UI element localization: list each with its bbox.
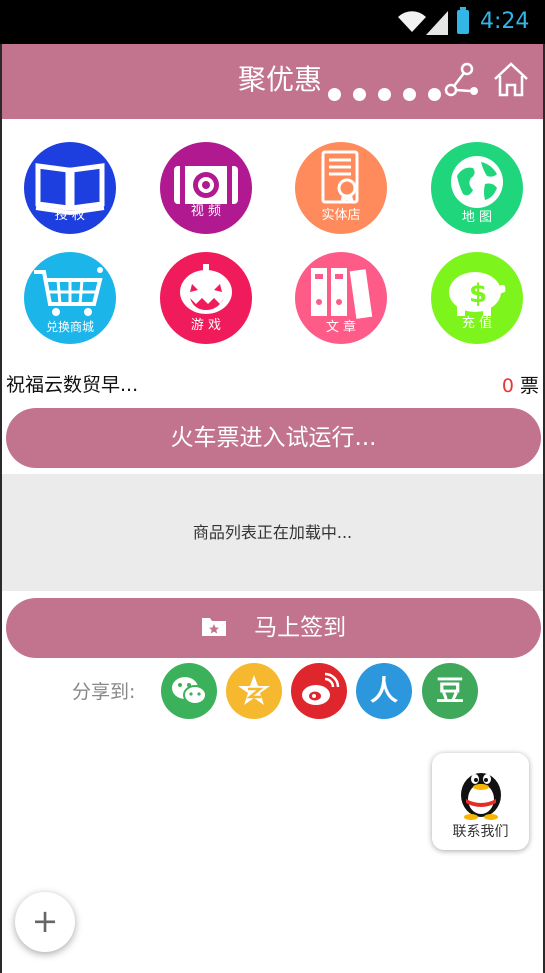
wechat-icon bbox=[172, 677, 207, 705]
douban-icon: 豆 bbox=[435, 674, 464, 707]
status-clock: 4:24 bbox=[480, 9, 530, 34]
home-icon[interactable] bbox=[492, 60, 530, 98]
grid-item-label: 兑换商城 bbox=[45, 320, 94, 334]
ticket-count: 0票 bbox=[502, 373, 539, 399]
camera-icon bbox=[174, 166, 238, 204]
grid-item-video[interactable]: 视 频 bbox=[160, 142, 252, 234]
grid-item-store[interactable]: 实体店 bbox=[295, 142, 387, 234]
sign-in-label: 马上签到 bbox=[254, 615, 347, 641]
grid-item-label: 充 值 bbox=[461, 316, 493, 331]
signal-icon bbox=[426, 11, 448, 35]
grid-item-label: 视 频 bbox=[190, 204, 222, 219]
page-title: 聚优惠 bbox=[238, 63, 323, 96]
more-dots-icon[interactable] bbox=[328, 88, 441, 101]
share-label: 分享到: bbox=[72, 681, 136, 703]
grid-item-map[interactable]: 地 图 bbox=[431, 142, 523, 234]
share-qzone-button[interactable] bbox=[226, 663, 282, 719]
folder-star-icon bbox=[201, 617, 226, 636]
frame-border-left bbox=[0, 119, 2, 973]
status-bar: 4:24 bbox=[0, 0, 545, 44]
grid-item-label: 授 权 bbox=[54, 208, 86, 223]
contact-us-label: 联系我们 bbox=[452, 824, 509, 840]
ticket-headline[interactable]: 祝福云数贸早... bbox=[6, 372, 138, 398]
battery-icon bbox=[457, 7, 469, 34]
ticket-count-value: 0 bbox=[501, 375, 514, 397]
sign-in-button[interactable]: 马上签到 bbox=[6, 598, 541, 658]
grid-item-articles[interactable]: 文 章 bbox=[295, 252, 387, 344]
weibo-icon bbox=[302, 672, 340, 705]
share-douban-button[interactable]: 豆 bbox=[422, 663, 478, 719]
grid-item-label: 文 章 bbox=[325, 320, 357, 335]
add-fab-button[interactable]: + bbox=[15, 892, 75, 952]
share-renren-button[interactable]: 人 bbox=[356, 663, 412, 719]
grid-item-recharge[interactable]: $ 充 值 bbox=[431, 252, 523, 344]
contact-us-button[interactable]: 联系我们 bbox=[432, 753, 529, 850]
grid-item-label: 游 戏 bbox=[190, 318, 222, 333]
plus-icon: + bbox=[31, 902, 59, 940]
ticket-count-unit: 票 bbox=[519, 375, 539, 397]
share-weibo-button[interactable] bbox=[291, 663, 347, 719]
wifi-icon bbox=[398, 11, 426, 33]
share-wechat-button[interactable] bbox=[161, 663, 217, 719]
product-list-area: 商品列表正在加载中... bbox=[0, 474, 545, 591]
train-ticket-label: 火车票进入试运行... bbox=[170, 425, 377, 451]
qq-penguin-icon bbox=[461, 773, 501, 820]
grid-item-label: 实体店 bbox=[321, 208, 361, 223]
grid-item-label: 地 图 bbox=[461, 210, 493, 225]
renren-icon: 人 bbox=[369, 674, 398, 707]
product-list-loading-text: 商品列表正在加载中... bbox=[192, 523, 353, 542]
share-icon[interactable] bbox=[444, 62, 480, 98]
grid-item-mall[interactable]: 兑换商城 bbox=[24, 252, 116, 344]
grid-item-authorize[interactable]: 授 权 bbox=[24, 142, 116, 234]
grid-item-games[interactable]: 游 戏 bbox=[160, 252, 252, 344]
qzone-icon bbox=[238, 675, 270, 705]
svg-text:$: $ bbox=[469, 279, 487, 309]
train-ticket-button[interactable]: 火车票进入试运行... bbox=[6, 408, 541, 468]
